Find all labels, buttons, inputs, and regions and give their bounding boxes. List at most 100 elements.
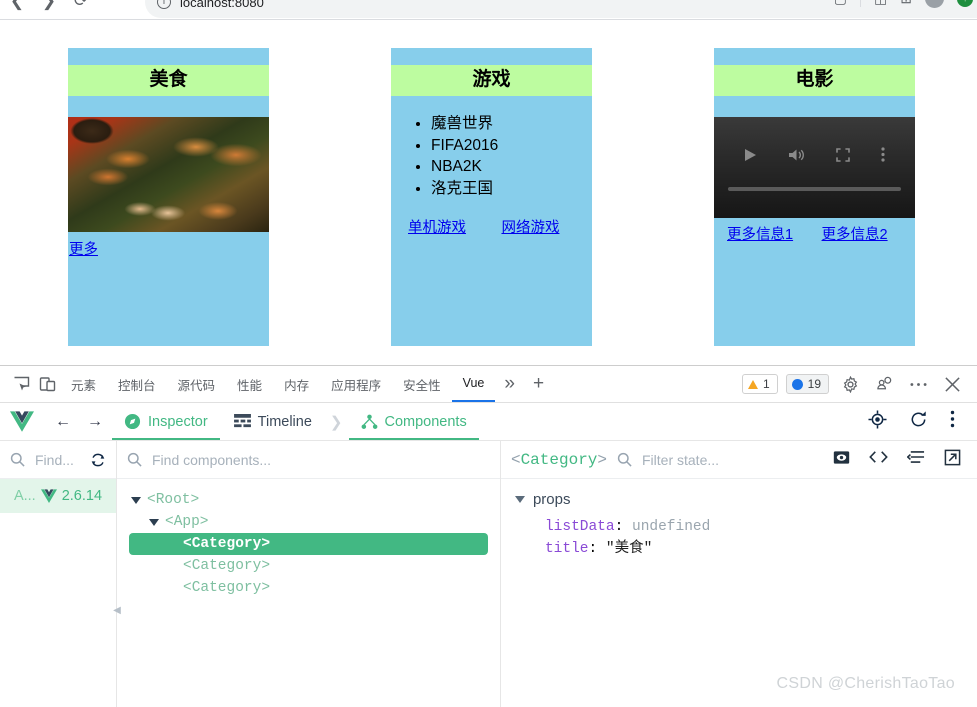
close-icon[interactable]: [939, 371, 965, 397]
watermark: CSDN @CherishTaoTao: [776, 675, 955, 692]
card-title: 电影: [714, 65, 915, 96]
vue-tab-label: Inspector: [148, 413, 208, 430]
game-list: 魔兽世界 FIFA2016 NBA2K 洛克王国: [391, 113, 592, 199]
vertical-dots-icon[interactable]: [881, 147, 885, 167]
code-icon[interactable]: [869, 450, 888, 469]
vue-tab-inspector[interactable]: Inspector: [112, 403, 220, 440]
split-view-icon[interactable]: ◫: [874, 0, 887, 7]
tree-node-category-3[interactable]: <Category>: [117, 577, 500, 599]
state-content: props listData: undefined title: "美食": [501, 479, 977, 560]
angle-open: <: [510, 450, 521, 469]
vue-tab-label: Timeline: [257, 413, 312, 430]
video-progress-bar[interactable]: [728, 187, 901, 191]
tree-node-root[interactable]: <Root>: [117, 489, 500, 511]
chevron-down-icon[interactable]: [514, 496, 525, 503]
app-label: A...: [13, 488, 36, 504]
target-icon[interactable]: [868, 409, 887, 434]
video-player[interactable]: [714, 117, 915, 218]
update-icon[interactable]: ↑: [957, 0, 973, 7]
vue-tab-label: Components: [384, 413, 467, 430]
preview-icon[interactable]: [833, 450, 850, 470]
chevron-right-icon: ❯: [329, 413, 343, 431]
forward-arrow-icon[interactable]: →: [80, 413, 110, 431]
more-link[interactable]: 更多: [69, 238, 98, 259]
tab-sources[interactable]: 源代码: [167, 366, 227, 402]
site-info-icon[interactable]: i: [157, 0, 171, 9]
vue-panels: A... 2.6.14: [0, 441, 977, 707]
tree-node-app[interactable]: <App>: [117, 511, 500, 533]
gear-icon[interactable]: [837, 371, 863, 397]
vue-tab-timeline[interactable]: Timeline: [222, 403, 324, 440]
tab-security[interactable]: 安全性: [392, 366, 452, 402]
web-page-content: 美食 更多 游戏 魔兽世界 FIFA2016 NBA2K 洛克王国 单机游戏 网…: [0, 20, 977, 365]
devices-icon[interactable]: [871, 371, 897, 397]
vue-toolbar-actions: [868, 409, 967, 434]
more-options-icon[interactable]: [905, 371, 931, 397]
prop-colon: :: [588, 541, 606, 557]
vue-devtools-toolbar: ← → Inspector Timeline ❯ Components: [0, 403, 977, 441]
video-controls: [714, 147, 915, 167]
tab-memory[interactable]: 内存: [273, 366, 320, 402]
tab-console[interactable]: 控制台: [107, 366, 167, 402]
inspect-element-icon[interactable]: [8, 371, 34, 397]
forward-arrow-icon[interactable]: ❯: [38, 0, 60, 11]
browser-nav-buttons: ❮ ❯ ⟳: [6, 0, 92, 11]
tab-vue[interactable]: Vue: [451, 366, 496, 402]
apps-panel: A... 2.6.14: [0, 441, 117, 707]
volume-icon[interactable]: [788, 148, 805, 167]
more-tabs-icon[interactable]: »: [495, 373, 524, 395]
warnings-badge[interactable]: 1: [741, 374, 778, 394]
tab-performance[interactable]: 性能: [226, 366, 273, 402]
toolbar-divider: [860, 0, 862, 7]
tab-application[interactable]: 应用程序: [320, 366, 392, 402]
props-group-header[interactable]: props: [514, 491, 977, 508]
tree-node-category-2[interactable]: <Category>: [117, 555, 500, 577]
extensions-icon[interactable]: ▢: [834, 0, 847, 7]
tree-node-category-1[interactable]: <Category>: [129, 533, 488, 555]
search-icon: [617, 452, 632, 467]
online-games-link[interactable]: 网络游戏: [501, 216, 559, 237]
filter-state-input[interactable]: [640, 450, 825, 469]
chevron-down-icon[interactable]: [149, 518, 159, 526]
tree-node-label: <Category>: [183, 580, 271, 596]
more-info-2-link[interactable]: 更多信息2: [822, 223, 888, 244]
find-components-input[interactable]: [150, 450, 490, 469]
prop-key: title: [544, 541, 589, 557]
tree-node-label: <Root>: [147, 492, 200, 508]
state-header-row: <Category>: [500, 441, 977, 479]
prop-row-title[interactable]: title: "美食": [545, 538, 977, 560]
single-player-games-link[interactable]: 单机游戏: [408, 216, 466, 237]
play-icon[interactable]: [744, 148, 757, 167]
back-arrow-icon[interactable]: ←: [48, 413, 78, 431]
vue-tab-components[interactable]: Components: [348, 403, 479, 440]
collapse-panel-handle[interactable]: ◀: [111, 601, 123, 619]
browser-toolbar: ❮ ❯ ⟳ i localhost:8080 ⌃ ★ ▢ ◫ ⊞ ↑: [0, 0, 977, 20]
more-info-1-link[interactable]: 更多信息1: [727, 223, 793, 244]
component-name-text: Category: [520, 450, 598, 469]
collapse-icon[interactable]: [906, 450, 925, 469]
refresh-apps-icon[interactable]: [90, 452, 106, 468]
refresh-icon[interactable]: [909, 410, 928, 434]
messages-count: 19: [807, 377, 821, 391]
open-external-icon[interactable]: [944, 449, 961, 471]
apps-search-input[interactable]: [33, 450, 82, 469]
compass-icon: [124, 413, 141, 430]
category-card-food: 美食 更多: [68, 48, 269, 346]
messages-badge[interactable]: 19: [785, 374, 829, 394]
tree-node-label: <App>: [165, 514, 209, 530]
reload-icon[interactable]: ⟳: [70, 0, 92, 11]
vertical-dots-icon[interactable]: [950, 410, 955, 433]
fullscreen-icon[interactable]: [836, 147, 850, 167]
chevron-down-icon[interactable]: [131, 496, 141, 504]
device-toolbar-icon[interactable]: [34, 371, 60, 397]
avatar[interactable]: [925, 0, 944, 8]
app-item[interactable]: A... 2.6.14: [0, 479, 116, 513]
tab-elements[interactable]: 元素: [60, 366, 107, 402]
prop-row-listdata[interactable]: listData: undefined: [545, 516, 977, 538]
prop-value: undefined: [632, 519, 711, 535]
add-tab-icon[interactable]: ⊞: [900, 0, 912, 7]
list-item: 洛克王国: [431, 178, 592, 199]
back-arrow-icon[interactable]: ❮: [6, 0, 28, 11]
component-state-panel: <Category> Filter state... props listDat…: [500, 441, 977, 707]
add-tab-button[interactable]: +: [524, 373, 553, 395]
